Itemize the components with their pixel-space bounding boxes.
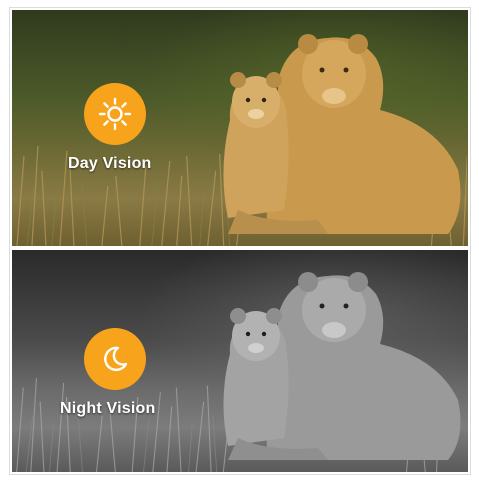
day-lions-illustration [223,34,461,234]
night-vision-label: Night Vision [60,400,156,417]
night-vision-panel: Night Vision [12,250,468,472]
night-vision-badge [84,328,146,390]
day-vision-badge [84,83,146,145]
day-vision-label: Day Vision [68,155,152,172]
moon-icon [104,346,128,371]
day-vision-panel: Day Vision [12,10,468,246]
sun-icon [98,97,132,131]
night-lions-illustration [223,272,461,460]
